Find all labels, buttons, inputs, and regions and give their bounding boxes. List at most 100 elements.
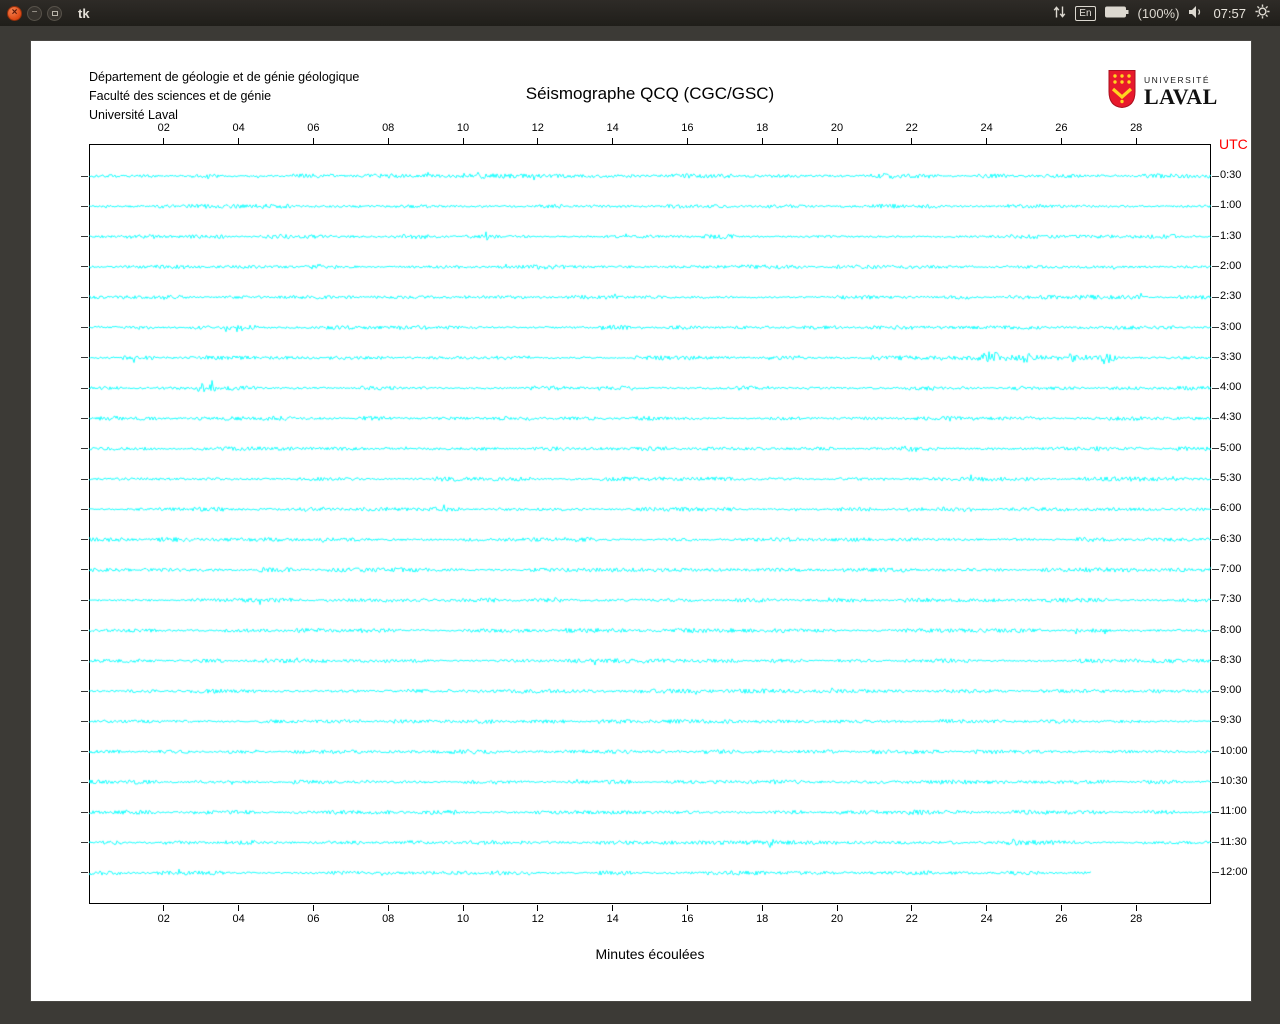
x-tick-bottom [836, 905, 838, 911]
y-tick-right [1212, 842, 1219, 844]
x-tick-label-bottom: 22 [905, 913, 918, 925]
y-tick-right [1212, 599, 1219, 601]
minimize-icon[interactable]: − [27, 5, 42, 21]
x-tick-top [986, 138, 988, 144]
close-icon[interactable]: × [7, 5, 22, 21]
utc-time-label: 0:30 [1220, 169, 1242, 181]
utc-time-label: 2:30 [1220, 290, 1242, 303]
y-tick-right [1212, 751, 1219, 753]
x-tick-top [836, 138, 838, 144]
y-tick-right [1212, 539, 1219, 541]
x-tick-top [1135, 138, 1137, 144]
clock-label[interactable]: 07:57 [1213, 6, 1246, 21]
x-tick-label-top: 26 [1055, 122, 1068, 134]
maximize-icon[interactable] [47, 5, 62, 21]
y-tick-right [1212, 357, 1219, 359]
x-tick-label-top: 08 [382, 122, 395, 134]
utc-time-label: 5:00 [1220, 441, 1242, 454]
x-tick-label-top: 02 [157, 122, 170, 134]
y-tick-left [81, 508, 88, 510]
indicator-area: En (100%) 07:57 [1053, 4, 1280, 22]
x-tick-top [686, 138, 688, 144]
x-tick-top [312, 138, 314, 144]
laval-shield-icon [1107, 69, 1137, 114]
y-tick-left [81, 266, 88, 268]
x-tick-label-bottom: 14 [606, 913, 619, 925]
x-tick-label-bottom: 24 [980, 913, 993, 925]
y-tick-left [81, 630, 88, 631]
x-tick-label-bottom: 06 [307, 913, 320, 925]
y-tick-left [81, 175, 88, 177]
y-tick-left [81, 720, 88, 722]
utc-time-label: 10:30 [1220, 775, 1248, 787]
y-tick-right [1212, 205, 1219, 207]
utc-time-label: 7:00 [1220, 562, 1242, 575]
x-tick-top [761, 138, 763, 144]
y-tick-right [1212, 872, 1219, 874]
x-tick-top [911, 138, 913, 144]
x-tick-label-top: 10 [456, 122, 470, 134]
x-tick-bottom [238, 905, 240, 911]
y-tick-left [81, 751, 88, 753]
x-tick-bottom [986, 905, 988, 911]
battery-icon[interactable] [1104, 6, 1129, 21]
utc-time-label: 11:00 [1220, 805, 1247, 818]
x-tick-label-top: 28 [1130, 122, 1143, 134]
keyboard-layout-indicator[interactable]: En [1075, 5, 1096, 21]
y-tick-left [81, 599, 88, 601]
logo-text: UNIVERSITÉ LAVAL [1144, 75, 1218, 108]
x-tick-top [238, 138, 240, 144]
utc-time-label: 6:00 [1220, 502, 1242, 515]
y-tick-right [1212, 811, 1219, 813]
x-tick-bottom [462, 905, 464, 911]
x-tick-bottom [1135, 905, 1137, 911]
utc-time-label: 8:30 [1220, 653, 1242, 666]
utc-time-label: 7:30 [1220, 593, 1242, 606]
volume-icon[interactable] [1188, 5, 1204, 22]
universite-laval-logo: UNIVERSITÉ LAVAL [1107, 69, 1218, 114]
window-controls: × − [7, 5, 62, 21]
x-tick-label-bottom: 08 [382, 913, 395, 925]
x-tick-label-top: 12 [531, 122, 544, 134]
x-tick-bottom [1060, 905, 1062, 911]
y-tick-left [81, 539, 88, 541]
x-tick-top [537, 138, 539, 144]
utc-time-label: 11:30 [1220, 835, 1247, 848]
x-tick-top [163, 138, 165, 144]
y-tick-right [1212, 175, 1219, 177]
x-tick-label-top: 20 [830, 122, 844, 134]
x-tick-label-bottom: 28 [1130, 913, 1143, 925]
x-tick-label-bottom: 18 [756, 913, 769, 925]
y-tick-left [81, 781, 88, 783]
y-tick-right [1212, 387, 1219, 389]
y-tick-right [1212, 630, 1219, 631]
y-tick-left [81, 842, 88, 844]
utc-time-label: 3:00 [1220, 320, 1242, 333]
x-tick-bottom [163, 905, 165, 911]
x-tick-top [1060, 138, 1062, 144]
battery-percent-label[interactable]: (100%) [1138, 6, 1180, 21]
y-tick-left [81, 327, 88, 328]
y-tick-left [81, 448, 88, 450]
y-tick-right [1212, 508, 1219, 510]
y-tick-left [81, 296, 88, 298]
utc-time-label: 10:00 [1220, 744, 1248, 757]
x-tick-label-top: 04 [232, 122, 245, 134]
utc-time-label: 8:00 [1220, 623, 1242, 636]
x-tick-label-bottom: 20 [830, 913, 844, 925]
x-tick-bottom [312, 905, 314, 911]
window-title: tk [78, 5, 90, 21]
y-tick-left [81, 236, 88, 238]
utc-time-label: 3:30 [1220, 350, 1242, 363]
y-tick-right [1212, 327, 1219, 328]
utc-time-label: 12:00 [1220, 865, 1248, 878]
x-tick-label-top: 14 [606, 122, 619, 134]
x-tick-label-bottom: 26 [1055, 913, 1068, 925]
updown-arrows-icon[interactable] [1053, 5, 1066, 22]
session-gear-icon[interactable] [1255, 4, 1270, 22]
y-tick-left [81, 660, 88, 662]
y-tick-right [1212, 660, 1219, 662]
y-tick-left [81, 205, 88, 207]
page-title: Séismographe QCQ (CGC/GSC) [525, 84, 775, 103]
x-tick-label-top: 24 [980, 122, 993, 134]
